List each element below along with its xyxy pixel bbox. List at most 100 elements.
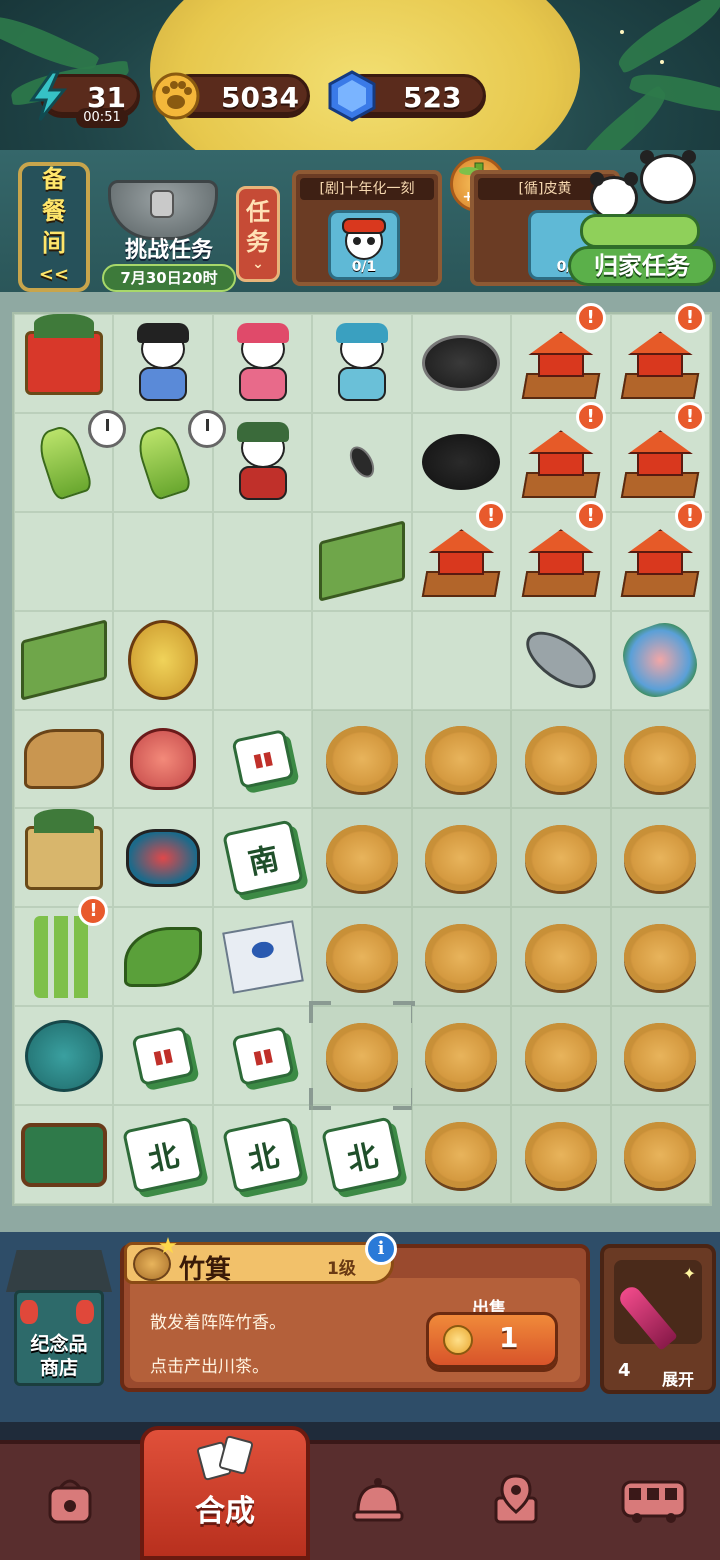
board-cell[interactable] bbox=[511, 709, 611, 809]
board-cell[interactable]: ▮▮ bbox=[113, 1006, 213, 1106]
board-cell[interactable]: ▮▮ bbox=[212, 1006, 313, 1106]
board-cell[interactable]: ! bbox=[511, 401, 611, 512]
board-cell[interactable] bbox=[309, 1001, 415, 1111]
board-cell[interactable] bbox=[14, 314, 114, 413]
mahjong-north-tile-icon[interactable]: 北 bbox=[221, 1115, 304, 1194]
pagoda-shrine-icon[interactable] bbox=[619, 323, 701, 403]
board-cell[interactable]: ! bbox=[411, 500, 512, 611]
empty-board-cell[interactable] bbox=[212, 511, 313, 611]
sell-button[interactable]: 1 bbox=[426, 1312, 558, 1368]
board-cell[interactable] bbox=[113, 314, 213, 413]
bamboo-basket-icon[interactable] bbox=[524, 1121, 597, 1188]
board-cell[interactable] bbox=[312, 412, 412, 512]
panda-opera-fan-icon[interactable] bbox=[328, 323, 396, 403]
bamboo-basket-icon[interactable] bbox=[624, 923, 697, 990]
tea-tray-icon[interactable] bbox=[23, 728, 104, 789]
monkey-mask-icon[interactable] bbox=[128, 620, 199, 701]
bamboo-basket-icon[interactable] bbox=[425, 1022, 498, 1089]
mahjong-table-icon[interactable] bbox=[20, 1122, 107, 1187]
pagoda-shrine-icon[interactable] bbox=[619, 422, 701, 502]
board-cell[interactable] bbox=[511, 610, 611, 710]
board-cell[interactable] bbox=[113, 709, 213, 809]
empty-board-cell[interactable] bbox=[212, 610, 313, 710]
board-cell[interactable]: 南 bbox=[212, 808, 313, 908]
pagoda-shrine-icon[interactable] bbox=[520, 521, 602, 601]
board-cell[interactable] bbox=[113, 409, 226, 512]
task-tab-button[interactable]: 任 务 ⌄ bbox=[236, 186, 280, 282]
board-cell[interactable]: ▮▮ bbox=[212, 709, 313, 809]
sunflower-seed-plate-icon[interactable] bbox=[422, 335, 501, 392]
info-icon[interactable]: i bbox=[365, 1233, 397, 1265]
mahjong-north-tile-icon[interactable]: 北 bbox=[122, 1115, 205, 1194]
mahjong-tiles-icon[interactable]: ▮▮ bbox=[230, 728, 295, 790]
bamboo-basket-icon[interactable] bbox=[425, 1121, 498, 1188]
mahjong-north-tile-icon[interactable]: 北 bbox=[321, 1115, 403, 1194]
inventory-button[interactable]: ✦ 4 展开 bbox=[600, 1244, 716, 1394]
bamboo-basket-icon[interactable] bbox=[325, 923, 398, 990]
bamboo-stalks-icon[interactable] bbox=[33, 915, 94, 998]
empty-board-cell[interactable] bbox=[113, 511, 213, 611]
panda-opera-general-icon[interactable] bbox=[229, 422, 297, 502]
board-cell[interactable]: ! bbox=[511, 500, 611, 611]
bird-painting-icon[interactable] bbox=[221, 919, 304, 994]
bamboo-basket-icon[interactable] bbox=[325, 1022, 398, 1089]
board-cell[interactable] bbox=[610, 709, 710, 809]
board-cell[interactable] bbox=[511, 1006, 611, 1106]
nav-merge-tab[interactable]: 合成 bbox=[140, 1426, 310, 1560]
flower-bouquet-icon[interactable] bbox=[615, 615, 706, 705]
board-cell[interactable] bbox=[511, 808, 611, 908]
board-cell[interactable] bbox=[312, 907, 412, 1007]
board-cell[interactable] bbox=[411, 314, 512, 413]
board-cell[interactable] bbox=[411, 1006, 512, 1106]
board-cell[interactable] bbox=[212, 412, 313, 512]
bamboo-basket-icon[interactable] bbox=[425, 923, 498, 990]
nav-bus[interactable] bbox=[594, 1460, 714, 1540]
bamboo-basket-icon[interactable] bbox=[524, 824, 597, 891]
empty-board-cell[interactable] bbox=[312, 610, 412, 710]
board-cell[interactable] bbox=[113, 907, 213, 1007]
bamboo-basket-icon[interactable] bbox=[624, 824, 697, 891]
board-cell[interactable] bbox=[610, 610, 710, 710]
sunflower-seeds-icon[interactable] bbox=[422, 434, 501, 491]
board-cell[interactable] bbox=[212, 907, 313, 1007]
board-cell[interactable] bbox=[610, 808, 710, 908]
mahjong-box-icon[interactable] bbox=[24, 314, 103, 396]
board-cell[interactable] bbox=[113, 610, 213, 710]
board-cell[interactable] bbox=[610, 907, 710, 1007]
nav-map[interactable] bbox=[456, 1460, 576, 1540]
bamboo-basket-icon[interactable] bbox=[524, 725, 597, 792]
home-task-button[interactable]: 归家任务 bbox=[560, 150, 720, 300]
pagoda-shrine-icon[interactable] bbox=[619, 521, 701, 601]
board-cell[interactable] bbox=[212, 314, 313, 413]
board-cell[interactable]: 北 bbox=[212, 1105, 313, 1204]
board-cell[interactable] bbox=[411, 808, 512, 908]
tea-leaves-icon[interactable] bbox=[124, 926, 203, 987]
metal-boat-icon[interactable] bbox=[516, 620, 606, 700]
pagoda-shrine-icon[interactable] bbox=[520, 323, 602, 403]
pagoda-shrine-icon[interactable] bbox=[520, 422, 602, 502]
mahjong-circle-icon[interactable]: ▮▮ bbox=[131, 1025, 195, 1086]
bamboo-basket-icon[interactable] bbox=[524, 1022, 597, 1089]
nav-bag[interactable] bbox=[10, 1460, 130, 1540]
board-cell[interactable]: 北 bbox=[113, 1105, 213, 1204]
bamboo-basket-icon[interactable] bbox=[524, 923, 597, 990]
opera-headdress-icon[interactable] bbox=[126, 828, 201, 887]
board-cell[interactable] bbox=[113, 808, 213, 908]
board-cell[interactable] bbox=[511, 1105, 611, 1204]
bamboo-shoot-icon[interactable] bbox=[33, 422, 94, 502]
board-cell[interactable] bbox=[610, 1006, 710, 1106]
board-cell[interactable] bbox=[14, 1006, 114, 1106]
bamboo-garden-icon[interactable] bbox=[20, 619, 107, 701]
souvenir-shop-button[interactable]: 纪念品 商店 bbox=[6, 1250, 112, 1390]
board-cell[interactable] bbox=[610, 1105, 710, 1204]
board-cell[interactable] bbox=[411, 1105, 512, 1204]
board-cell[interactable]: ! bbox=[610, 303, 710, 413]
board-cell[interactable] bbox=[411, 412, 512, 512]
bamboo-basket-icon[interactable] bbox=[425, 824, 498, 891]
panda-waiter-icon[interactable] bbox=[129, 323, 197, 403]
empty-board-cell[interactable] bbox=[14, 511, 114, 611]
tea-box-icon[interactable] bbox=[24, 808, 103, 890]
board-cell[interactable] bbox=[411, 709, 512, 809]
purse-icon[interactable] bbox=[130, 727, 197, 790]
board-cell[interactable]: ! bbox=[610, 500, 710, 611]
